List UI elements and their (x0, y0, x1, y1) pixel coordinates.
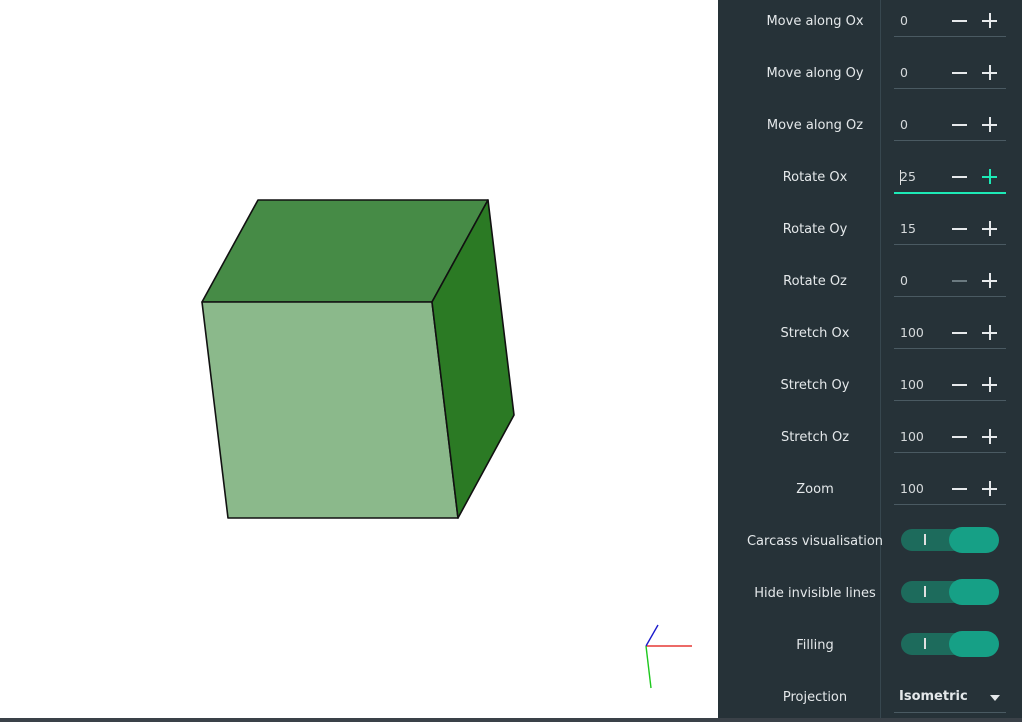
toggle-on-mark-icon (924, 586, 926, 597)
hide-invisible-lines-row: Hide invisible lines (718, 572, 1022, 624)
rotate-oy-input[interactable]: 15 (900, 214, 916, 244)
filling-toggle[interactable] (901, 631, 999, 657)
move-oy-spinbox[interactable]: 0 (894, 58, 1006, 89)
minus-icon (950, 271, 970, 291)
plus-icon[interactable] (980, 219, 1000, 239)
move-oy-input[interactable]: 0 (900, 58, 908, 88)
plus-icon[interactable] (980, 167, 1000, 187)
projection-value[interactable]: Isometric (899, 682, 968, 712)
toggle-knob[interactable] (949, 631, 999, 657)
move-ox-input[interactable]: 0 (900, 6, 908, 36)
cube (201, 199, 515, 519)
3d-viewport[interactable] (0, 0, 718, 718)
move-oz-spinbox[interactable]: 0 (894, 110, 1006, 141)
rotate-ox-input[interactable]: 25 (900, 162, 916, 192)
rotate-oy-label: Rotate Oy (782, 221, 848, 237)
move-ox-spinbox[interactable]: 0 (894, 6, 1006, 37)
carcass-visualisation-label: Carcass visualisation (746, 533, 884, 549)
rotate-oy-spinbox[interactable]: 15 (894, 214, 1006, 245)
projection-row: Projection Isometric (718, 676, 1022, 728)
stretch-ox-row: Stretch Ox 100 (718, 312, 1022, 364)
move-oz-row: Move along Oz 0 (718, 104, 1022, 156)
move-oz-input[interactable]: 0 (900, 110, 908, 140)
plus-icon[interactable] (980, 479, 1000, 499)
rotate-ox-row: Rotate Ox 25 (718, 156, 1022, 208)
rotate-oz-input[interactable]: 0 (900, 266, 908, 296)
axis-gizmo (645, 624, 692, 689)
minus-icon[interactable] (950, 167, 970, 187)
stretch-oz-row: Stretch Oz 100 (718, 416, 1022, 468)
zoom-spinbox[interactable]: 100 (894, 474, 1006, 505)
rotate-oz-spinbox[interactable]: 0 (894, 266, 1006, 297)
toggle-knob[interactable] (949, 579, 999, 605)
plus-icon[interactable] (980, 323, 1000, 343)
projection-select[interactable]: Isometric (894, 682, 1006, 713)
cube-front-face (201, 301, 459, 519)
carcass-visualisation-toggle[interactable] (901, 527, 999, 553)
move-ox-row: Move along Ox 0 (718, 0, 1022, 52)
rotate-oz-label: Rotate Oz (783, 273, 847, 289)
toggle-knob[interactable] (949, 527, 999, 553)
rotate-ox-spinbox[interactable]: 25 (894, 162, 1006, 194)
rotate-ox-label: Rotate Ox (782, 169, 848, 185)
carcass-visualisation-row: Carcass visualisation (718, 520, 1022, 572)
plus-icon[interactable] (980, 427, 1000, 447)
zoom-row: Zoom 100 (718, 468, 1022, 520)
plus-icon[interactable] (980, 271, 1000, 291)
minus-icon[interactable] (950, 375, 970, 395)
transform-panel: Move along Ox 0 Move along Oy 0 Move alo… (718, 0, 1022, 718)
stretch-oy-input[interactable]: 100 (900, 370, 924, 400)
projection-label: Projection (782, 689, 848, 705)
stretch-oy-row: Stretch Oy 100 (718, 364, 1022, 416)
rotate-oy-row: Rotate Oy 15 (718, 208, 1022, 260)
minus-icon[interactable] (950, 323, 970, 343)
stretch-ox-spinbox[interactable]: 100 (894, 318, 1006, 349)
move-oz-label: Move along Oz (766, 117, 864, 133)
scene-canvas (201, 199, 692, 689)
plus-icon[interactable] (980, 63, 1000, 83)
dropdown-arrow-icon[interactable] (990, 695, 1000, 701)
stretch-oz-label: Stretch Oz (780, 429, 850, 445)
minus-icon[interactable] (950, 11, 970, 31)
move-ox-label: Move along Ox (766, 13, 864, 29)
stretch-oy-label: Stretch Oy (780, 377, 850, 393)
stretch-ox-label: Stretch Ox (780, 325, 850, 341)
minus-icon[interactable] (950, 219, 970, 239)
rotate-oz-row: Rotate Oz 0 (718, 260, 1022, 312)
filling-row: Filling (718, 624, 1022, 676)
zoom-label: Zoom (796, 481, 834, 497)
stretch-oz-input[interactable]: 100 (900, 422, 924, 452)
move-oy-label: Move along Oy (766, 65, 864, 81)
z-axis-line (645, 624, 659, 647)
stretch-oz-spinbox[interactable]: 100 (894, 422, 1006, 453)
plus-icon[interactable] (980, 375, 1000, 395)
plus-icon[interactable] (980, 115, 1000, 135)
move-oy-row: Move along Oy 0 (718, 52, 1022, 104)
plus-icon[interactable] (980, 11, 1000, 31)
minus-icon[interactable] (950, 427, 970, 447)
hide-invisible-lines-label: Hide invisible lines (754, 585, 876, 601)
stretch-oy-spinbox[interactable]: 100 (894, 370, 1006, 401)
toggle-on-mark-icon (924, 638, 926, 649)
minus-icon[interactable] (950, 115, 970, 135)
filling-label: Filling (796, 637, 834, 653)
hide-invisible-lines-toggle[interactable] (901, 579, 999, 605)
zoom-input[interactable]: 100 (900, 474, 924, 504)
minus-icon[interactable] (950, 479, 970, 499)
toggle-on-mark-icon (924, 534, 926, 545)
minus-icon[interactable] (950, 63, 970, 83)
y-axis-line (645, 645, 652, 689)
stretch-ox-input[interactable]: 100 (900, 318, 924, 348)
